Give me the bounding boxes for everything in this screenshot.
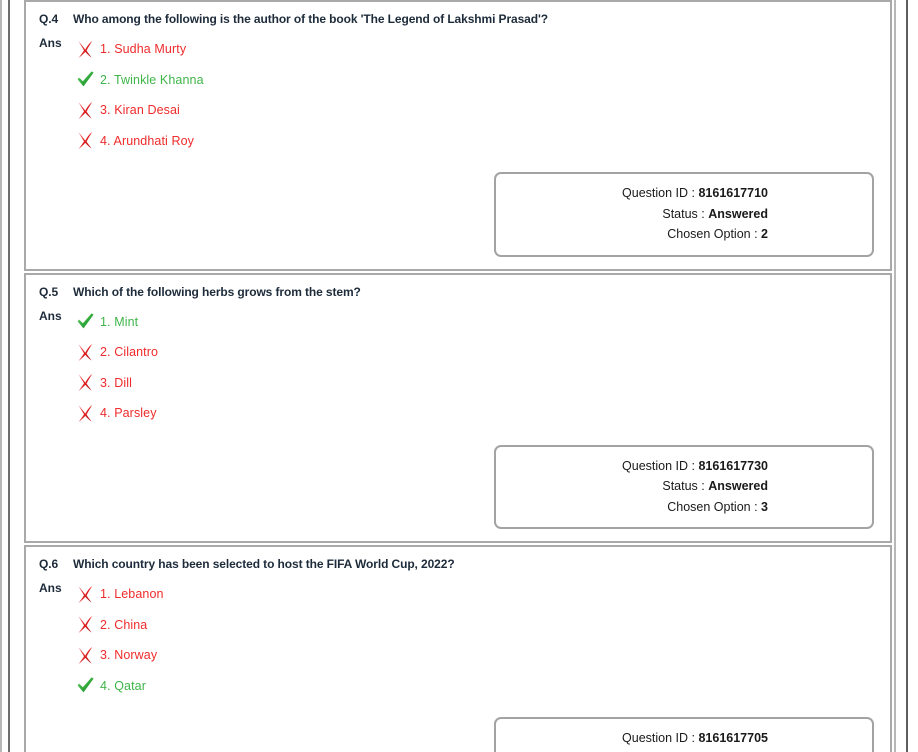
chosen-option-row: Chosen Option : 3 (496, 497, 768, 518)
option-row: 4. Qatar (73, 671, 880, 702)
answer-area: Ans 1. Sudha Murty 2. Twinkle Khanna 3. Kir… (26, 27, 890, 156)
chosen-option-label: Chosen Option : (667, 499, 758, 514)
question-id-label: Question ID : (622, 731, 695, 745)
option-row: 3. Kiran Desai (73, 95, 880, 126)
answer-label: Ans (39, 581, 62, 595)
page-frame-right-inner (894, 0, 896, 752)
question-id-label: Question ID : (622, 458, 695, 473)
option-row: 1. Mint (73, 307, 880, 338)
question-id-row: Question ID : 8161617705 (496, 728, 768, 749)
status-row: Status : Answered (496, 204, 768, 225)
scrollbar-track[interactable] (906, 0, 908, 752)
question-meta-box: Question ID : 8161617730 Status : Answere… (494, 444, 874, 529)
status-row: Status : Answered (496, 749, 768, 752)
option-row: 4. Arundhati Roy (73, 126, 880, 157)
option-row: 2. Twinkle Khanna (73, 65, 880, 96)
question-block: Q.6 Which country has been selected to ho… (24, 545, 892, 752)
answer-area: Ans 1. Lebanon 2. China 3. Norway 4. Qatar (26, 572, 890, 701)
cross-icon (73, 585, 97, 604)
option-label: 3. Dill (100, 375, 132, 390)
option-list: 1. Lebanon 2. China 3. Norway 4. Qatar (73, 579, 880, 701)
status-row: Status : Answered (496, 476, 768, 497)
question-heading: Q.4 Who among the following is the author… (26, 10, 890, 27)
cross-icon (73, 615, 97, 634)
option-label: 1. Lebanon (100, 587, 164, 602)
option-row: 2. Cilantro (73, 337, 880, 368)
option-label: 2. China (100, 617, 148, 632)
cross-icon (73, 343, 97, 362)
question-meta-wrapper: Question ID : 8161617730 Status : Answere… (26, 429, 890, 542)
cross-icon (73, 373, 97, 392)
question-meta-wrapper: Question ID : 8161617710 Status : Answere… (26, 156, 890, 269)
question-id-label: Question ID : (622, 186, 695, 200)
question-meta-box: Question ID : 8161617705Status : Answere… (494, 717, 874, 752)
cross-icon (73, 101, 97, 120)
answer-label: Ans (39, 36, 62, 50)
check-icon (73, 312, 97, 331)
question-id-value: 8161617710 (698, 186, 768, 200)
option-row: 2. China (73, 610, 880, 641)
answer-key-page: Q.4 Who among the following is the author… (0, 0, 918, 752)
answer-area: Ans 1. Mint 2. Cilantro 3. Dill 4. Parsley (26, 300, 890, 429)
option-label: 2. Twinkle Khanna (100, 72, 204, 87)
question-text: Which country has been selected to host … (73, 557, 455, 571)
option-label: 1. Sudha Murty (100, 42, 187, 57)
option-label: 3. Norway (100, 648, 158, 663)
option-label: 4. Arundhati Roy (100, 133, 195, 148)
page-frame-left-outer (0, 0, 2, 752)
chosen-option-label: Chosen Option : (667, 227, 758, 241)
status-value: Answered (708, 479, 768, 493)
option-row: 1. Lebanon (73, 579, 880, 610)
check-icon (73, 70, 97, 89)
page-frame-left-inner (8, 0, 10, 752)
option-label: 2. Cilantro (100, 345, 159, 360)
question-id-value: 8161617705 (698, 731, 768, 745)
option-list: 1. Sudha Murty 2. Twinkle Khanna 3. Kiran … (73, 34, 880, 156)
question-number: Q.5 (39, 284, 59, 299)
check-icon (73, 676, 97, 695)
question-number: Q.6 (39, 557, 59, 571)
option-list: 1. Mint 2. Cilantro 3. Dill 4. Parsley (73, 307, 880, 429)
option-label: 3. Kiran Desai (100, 103, 180, 118)
question-block: Q.4 Who among the following is the author… (24, 0, 892, 271)
option-row: 3. Dill (73, 368, 880, 399)
option-row: 4. Parsley (73, 398, 880, 429)
question-block: Q.5 Which of the following herbs grows fr… (24, 272, 892, 543)
question-meta-wrapper: Question ID : 8161617705Status : Answere… (26, 701, 890, 752)
question-heading: Q.6 Which country has been selected to ho… (26, 555, 890, 572)
question-id-row: Question ID : 8161617710 (496, 183, 768, 204)
question-heading: Q.5 Which of the following herbs grows fr… (26, 283, 890, 300)
status-label: Status : (662, 479, 705, 493)
question-text: Which of the following herbs grows from … (73, 284, 361, 299)
status-label: Status : (662, 206, 705, 221)
status-value: Answered (708, 206, 768, 221)
question-meta-box: Question ID : 8161617710 Status : Answere… (494, 172, 874, 257)
cross-icon (73, 40, 97, 59)
question-text: Who among the following is the author of… (73, 12, 548, 26)
chosen-option-value: 3 (761, 499, 768, 514)
option-label: 4. Qatar (100, 678, 146, 693)
option-row: 1. Sudha Murty (73, 34, 880, 65)
question-number: Q.4 (39, 12, 59, 26)
option-label: 4. Parsley (100, 406, 157, 421)
answer-label: Ans (39, 308, 62, 323)
cross-icon (73, 131, 97, 150)
option-label: 1. Mint (100, 314, 139, 329)
cross-icon (73, 404, 97, 423)
question-id-row: Question ID : 8161617730 (496, 456, 768, 477)
question-list: Q.4 Who among the following is the author… (24, 0, 892, 752)
option-row: 3. Norway (73, 640, 880, 671)
cross-icon (73, 646, 97, 665)
chosen-option-row: Chosen Option : 2 (496, 224, 768, 245)
chosen-option-value: 2 (761, 227, 768, 241)
question-id-value: 8161617730 (698, 458, 768, 473)
